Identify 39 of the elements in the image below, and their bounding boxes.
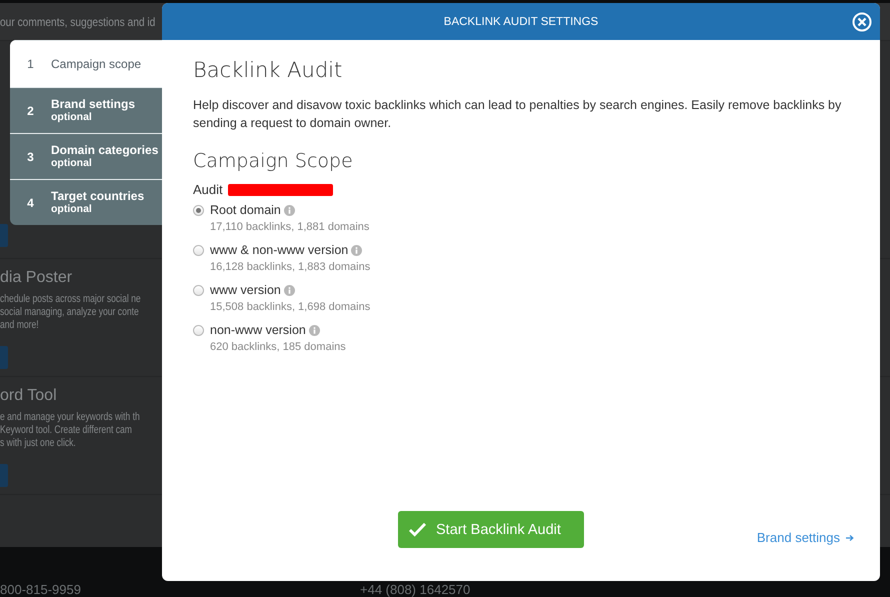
card-button[interactable]: [0, 224, 8, 247]
info-icon[interactable]: [308, 324, 320, 336]
card-button[interactable]: [0, 464, 8, 487]
step-tab[interactable]: 4 Target countries optional: [10, 179, 162, 225]
radio-button[interactable]: [193, 285, 204, 296]
option-label[interactable]: non-www version: [210, 323, 306, 337]
step-tab[interactable]: 2 Brand settings optional: [10, 87, 162, 133]
option-label[interactable]: www & non-www version: [210, 243, 348, 257]
modal-description: Help discover and disavow toxic backlinks which can lead to penalties by search engines. Easily remove backlinks by sending a request to domain owner.: [193, 97, 842, 132]
radio-button[interactable]: [193, 245, 204, 256]
option-label[interactable]: Root domain: [210, 203, 281, 217]
radio-button[interactable]: [193, 325, 204, 336]
option-label[interactable]: www version: [210, 283, 281, 297]
phone-number: 800-815-9959: [0, 582, 81, 597]
arrow-icon: [846, 534, 854, 542]
section-title: Campaign Scope: [193, 150, 354, 172]
info-icon[interactable]: [284, 284, 295, 296]
modal-title: BACKLINK AUDIT SETTINGS: [444, 16, 598, 28]
audit-label: Audit: [193, 182, 223, 197]
option-stats: 16,128 backlinks, 1,883 domains: [210, 261, 372, 273]
radio-button[interactable]: [193, 205, 204, 216]
phone-number: +44 (808) 1642570: [360, 582, 470, 597]
card-button[interactable]: [0, 346, 8, 369]
card-title: dia Poster: [0, 269, 74, 287]
close-icon[interactable]: [852, 12, 872, 32]
banner-text: our comments, suggestions and id: [0, 14, 156, 28]
card-description: e and manage your keywords with th Keyword tool. Create different cam s with just one click.: [0, 411, 140, 450]
card-description: chedule posts across major social ne social managing, analyze your conte and more!: [0, 293, 141, 332]
card-title: ord Tool: [0, 387, 58, 405]
info-icon[interactable]: [351, 244, 362, 256]
option-stats: 17,110 backlinks, 1,881 domains: [210, 221, 370, 233]
modal-heading: Backlink Audit: [193, 58, 344, 82]
step-tab[interactable]: 1 Campaign scope: [10, 40, 162, 87]
option-stats: 620 backlinks, 185 domains: [210, 341, 347, 353]
step-tab[interactable]: 3 Domain categories optional: [10, 133, 162, 179]
check-icon: [408, 522, 427, 537]
option-stats: 15,508 backlinks, 1,698 domains: [210, 301, 372, 313]
info-icon[interactable]: [284, 204, 295, 216]
next-step-link[interactable]: Brand settings: [756, 530, 854, 545]
